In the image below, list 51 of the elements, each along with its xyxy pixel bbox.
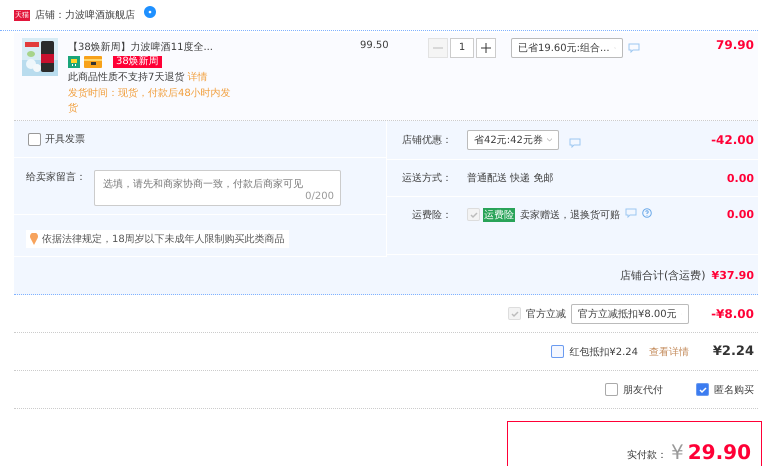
shop-discount-label: 店铺优惠： — [401, 134, 452, 147]
insurance-text: 卖家赠送，退换货可赔 — [520, 208, 620, 222]
shipping-label: 运送方式： — [401, 172, 452, 185]
quantity-field[interactable]: 1 — [450, 38, 474, 58]
official-discount-amount: -¥8.00 — [710, 306, 754, 320]
check-icon — [698, 384, 708, 394]
plus-icon — [481, 43, 491, 53]
option-checkbox[interactable] — [696, 383, 709, 396]
shop-name[interactable]: 店铺：力波啤酒旗舰店 — [35, 8, 135, 22]
shop-total-label: 店铺合计(含运费) — [620, 268, 706, 283]
shipping-amount: 0.00 — [726, 172, 754, 184]
option-label: 朋友代付 — [623, 384, 663, 396]
check-icon — [468, 210, 478, 220]
payment-label: 实付款： — [627, 448, 667, 462]
insurance-amount: 0.00 — [726, 208, 754, 221]
subtotal: 79.90 — [716, 38, 754, 52]
invoice-checkbox[interactable] — [28, 132, 41, 146]
service-icon — [68, 56, 80, 68]
character-counter: 0/200 — [305, 191, 334, 202]
comment-icon[interactable] — [628, 43, 640, 53]
discount-dropdown[interactable]: 已省19.60元:组合... — [511, 38, 623, 58]
help-icon[interactable] — [642, 208, 652, 218]
location-pin-icon — [30, 232, 38, 244]
option-label: 匿名购买 — [714, 384, 754, 396]
product-title[interactable]: 【38焕新周】力波啤酒11度全... — [68, 40, 298, 54]
option-checkbox[interactable] — [605, 383, 618, 396]
shop-total: ¥37.90 — [712, 269, 754, 282]
insurance-label: 运费险： — [411, 208, 452, 222]
check-icon — [510, 308, 520, 318]
message-label: 给卖家留言： — [26, 170, 86, 185]
payment-amount: 29.90 — [688, 440, 751, 464]
delivery-time: 发货时间：现货，付款后48小时内发货 — [68, 86, 232, 116]
return-note: 此商品性质不支持7天退货 详情 — [68, 70, 209, 84]
coupon-checkbox[interactable] — [551, 345, 564, 358]
comment-icon[interactable] — [569, 138, 581, 148]
insurance-tag: 运费险 — [483, 208, 515, 222]
discount-amount: -42.00 — [711, 133, 754, 147]
currency-sign: ¥ — [671, 440, 684, 464]
unit-price: 99.50 — [360, 40, 390, 51]
card-icon — [84, 56, 102, 68]
promo-tag: 38焕新周 — [113, 56, 162, 68]
shipping-method: 普通配送 快递 免邮 — [467, 172, 554, 185]
coupon-dropdown[interactable]: 省42元:42元券 — [467, 130, 559, 150]
coupon-amount: ¥2.24 — [712, 344, 754, 359]
coupon-label: 红包抵扣¥2.24 — [569, 346, 638, 358]
increase-button[interactable] — [476, 38, 496, 58]
comment-icon[interactable] — [625, 208, 637, 218]
chat-icon[interactable] — [144, 6, 156, 18]
age-notice: 依据法律规定，18周岁以下未成年人限制购买此类商品 — [42, 232, 285, 246]
official-discount-label: 官方立减 — [526, 308, 566, 320]
invoice-label: 开具发票 — [45, 133, 85, 146]
